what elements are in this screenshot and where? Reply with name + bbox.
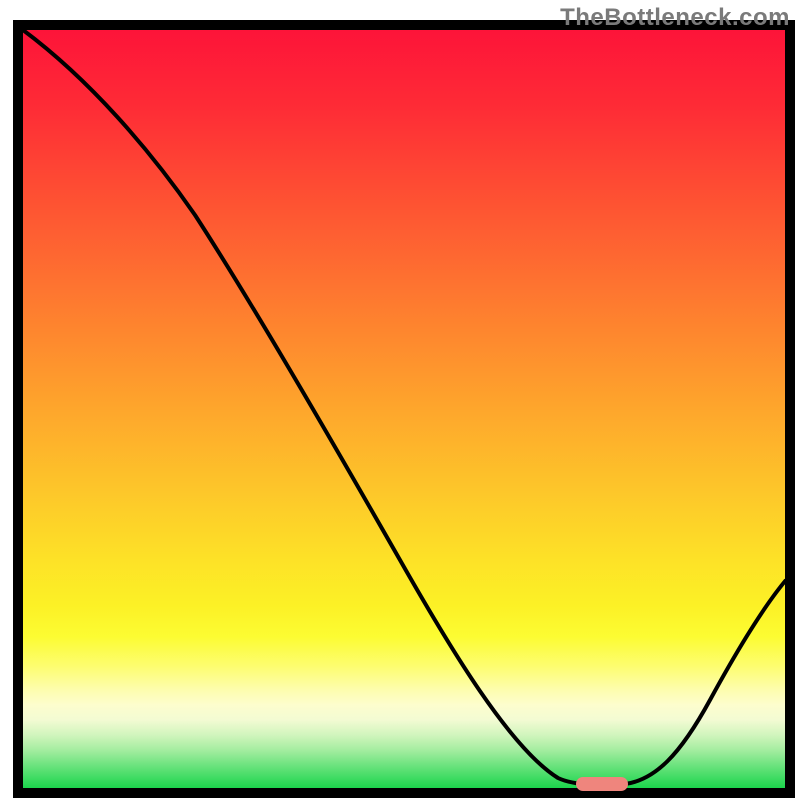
plot-background xyxy=(23,30,785,788)
watermark-label: TheBottleneck.com xyxy=(560,4,790,32)
optimal-marker xyxy=(576,777,628,791)
chart-canvas: TheBottleneck.com xyxy=(0,0,800,800)
chart-svg xyxy=(0,0,800,800)
